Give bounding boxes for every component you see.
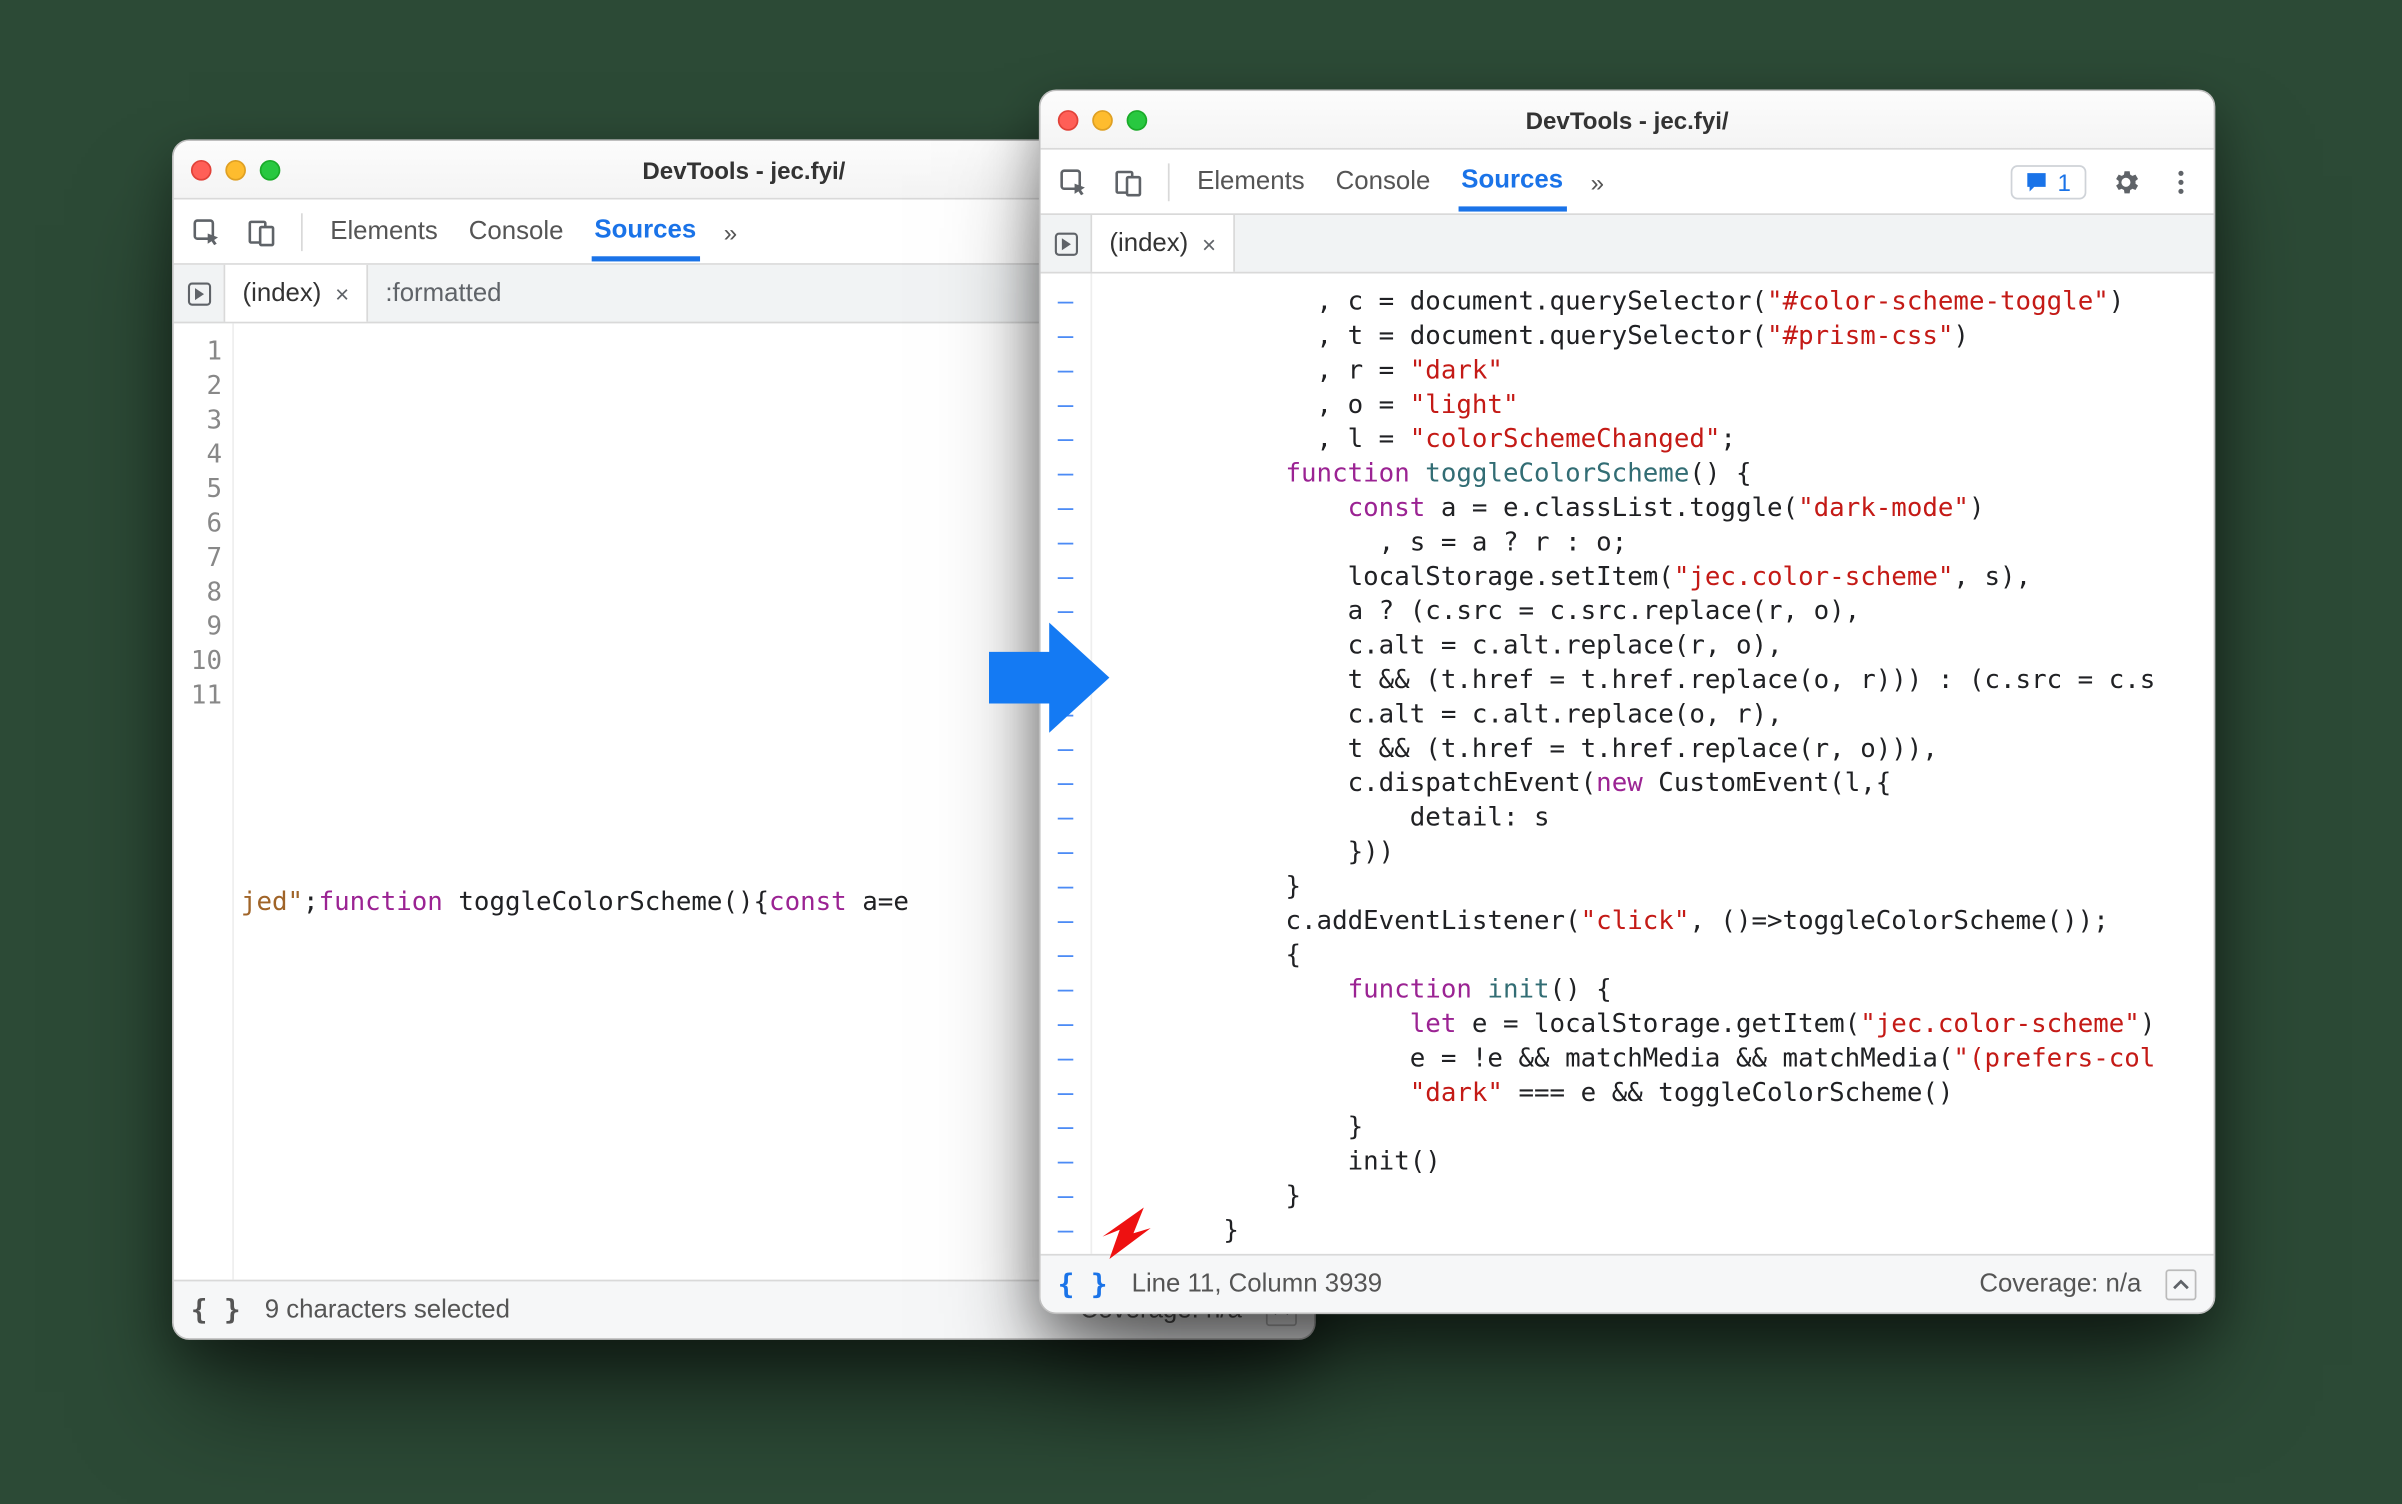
file-tabstrip: (index) × bbox=[1041, 215, 2214, 273]
navigator-toggle-icon[interactable] bbox=[1041, 215, 1093, 272]
device-toolbar-icon[interactable] bbox=[1113, 166, 1144, 197]
code-line[interactable]: } bbox=[1099, 1213, 2214, 1247]
code-line[interactable]: { bbox=[1099, 937, 2214, 971]
zoom-icon[interactable] bbox=[1127, 109, 1148, 130]
window-title: DevTools - jec.fyi/ bbox=[1041, 106, 2214, 134]
code-line[interactable]: function init() { bbox=[1099, 972, 2214, 1006]
line-gutter: –––––––––––––––––––––––––––– bbox=[1041, 273, 1093, 1253]
status-bar: { } Line 11, Column 3939 Coverage: n/a bbox=[1041, 1254, 2214, 1312]
code-line[interactable]: } bbox=[1099, 1178, 2214, 1212]
tab-elements[interactable]: Elements bbox=[327, 203, 441, 260]
code-line[interactable]: } bbox=[1099, 1109, 2214, 1143]
code-line[interactable]: c.addEventListener("click", ()=>toggleCo… bbox=[1099, 903, 2214, 937]
code-line[interactable]: t && (t.href = t.href.replace(o, r))) : … bbox=[1099, 662, 2214, 696]
inspect-element-icon[interactable] bbox=[191, 216, 222, 247]
code-line[interactable]: } bbox=[1099, 869, 2214, 903]
code-line[interactable]: e = !e && matchMedia && matchMedia("(pre… bbox=[1099, 1041, 2214, 1075]
code-line[interactable]: a ? (c.src = c.src.replace(r, o), bbox=[1099, 593, 2214, 627]
more-tabs-icon[interactable]: » bbox=[1591, 168, 1604, 196]
file-tab-index[interactable]: (index) × bbox=[1092, 215, 1235, 272]
code-line[interactable]: init() bbox=[1099, 1144, 2214, 1178]
status-message: 9 characters selected bbox=[265, 1295, 510, 1324]
file-tab-label: :formatted bbox=[385, 279, 501, 308]
close-icon[interactable] bbox=[1058, 109, 1079, 130]
pretty-print-icon[interactable]: { } bbox=[1058, 1268, 1108, 1301]
code-editor[interactable]: –––––––––––––––––––––––––––– , c = docum… bbox=[1041, 273, 2214, 1253]
file-tab-index[interactable]: (index) × bbox=[225, 265, 368, 322]
file-tab-label: (index) bbox=[1109, 229, 1188, 258]
code-line[interactable]: c.alt = c.alt.replace(o, r), bbox=[1099, 697, 2214, 731]
code-line[interactable]: localStorage.setItem("jec.color-scheme",… bbox=[1099, 559, 2214, 593]
code-line[interactable]: c.alt = c.alt.replace(r, o), bbox=[1099, 628, 2214, 662]
code-line[interactable]: , l = "colorSchemeChanged"; bbox=[1099, 421, 2214, 455]
close-tab-icon[interactable]: × bbox=[335, 280, 349, 308]
tab-console[interactable]: Console bbox=[1332, 153, 1434, 210]
code-line[interactable]: const a = e.classList.toggle("dark-mode"… bbox=[1099, 490, 2214, 524]
code-line[interactable]: , s = a ? r : o; bbox=[1099, 525, 2214, 559]
code-line[interactable]: , r = "dark" bbox=[1099, 353, 2214, 387]
zoom-icon[interactable] bbox=[260, 159, 281, 180]
navigator-toggle-icon[interactable] bbox=[174, 265, 226, 322]
code-line[interactable]: , t = document.querySelector("#prism-css… bbox=[1099, 318, 2214, 352]
expand-pane-icon[interactable] bbox=[2165, 1269, 2196, 1300]
pretty-print-icon[interactable]: { } bbox=[191, 1293, 241, 1326]
file-tab-formatted[interactable]: :formatted bbox=[368, 265, 519, 322]
close-tab-icon[interactable]: × bbox=[1202, 230, 1216, 258]
issues-badge[interactable]: 1 bbox=[2011, 164, 2086, 198]
tab-sources[interactable]: Sources bbox=[591, 201, 700, 261]
line-gutter: 1234567891011 bbox=[174, 323, 234, 1279]
tab-elements[interactable]: Elements bbox=[1194, 153, 1308, 210]
code-line[interactable]: , o = "light" bbox=[1099, 387, 2214, 421]
issues-count: 1 bbox=[2057, 168, 2070, 196]
tab-sources[interactable]: Sources bbox=[1458, 151, 1567, 211]
inspect-element-icon[interactable] bbox=[1058, 166, 1089, 197]
titlebar[interactable]: DevTools - jec.fyi/ bbox=[1041, 91, 2214, 149]
code-line[interactable]: detail: s bbox=[1099, 800, 2214, 834]
main-toolbar: Elements Console Sources » 1 bbox=[1041, 150, 2214, 215]
minimize-icon[interactable] bbox=[1092, 109, 1113, 130]
code-area[interactable]: , c = document.querySelector("#color-sch… bbox=[1092, 273, 2213, 1253]
status-message: Line 11, Column 3939 bbox=[1132, 1269, 1383, 1298]
code-line[interactable]: t && (t.href = t.href.replace(r, o))), bbox=[1099, 731, 2214, 765]
devtools-window-right: DevTools - jec.fyi/ Elements Console Sou… bbox=[1039, 89, 2215, 1314]
coverage-status: Coverage: n/a bbox=[1979, 1269, 2141, 1298]
message-icon bbox=[2023, 168, 2051, 196]
code-line[interactable]: let e = localStorage.getItem("jec.color-… bbox=[1099, 1006, 2214, 1040]
code-line[interactable]: "dark" === e && toggleColorScheme() bbox=[1099, 1075, 2214, 1109]
file-tab-label: (index) bbox=[243, 279, 322, 308]
code-line[interactable]: function toggleColorScheme() { bbox=[1099, 456, 2214, 490]
code-line[interactable]: c.dispatchEvent(new CustomEvent(l,{ bbox=[1099, 765, 2214, 799]
code-line[interactable]: , c = document.querySelector("#color-sch… bbox=[1099, 284, 2214, 318]
more-tabs-icon[interactable]: » bbox=[724, 218, 737, 246]
tab-console[interactable]: Console bbox=[465, 203, 567, 260]
kebab-menu-icon[interactable] bbox=[2165, 166, 2196, 197]
device-toolbar-icon[interactable] bbox=[246, 216, 277, 247]
code-line[interactable]: })) bbox=[1099, 834, 2214, 868]
minimize-icon[interactable] bbox=[225, 159, 246, 180]
settings-icon[interactable] bbox=[2110, 166, 2141, 197]
close-icon[interactable] bbox=[191, 159, 212, 180]
